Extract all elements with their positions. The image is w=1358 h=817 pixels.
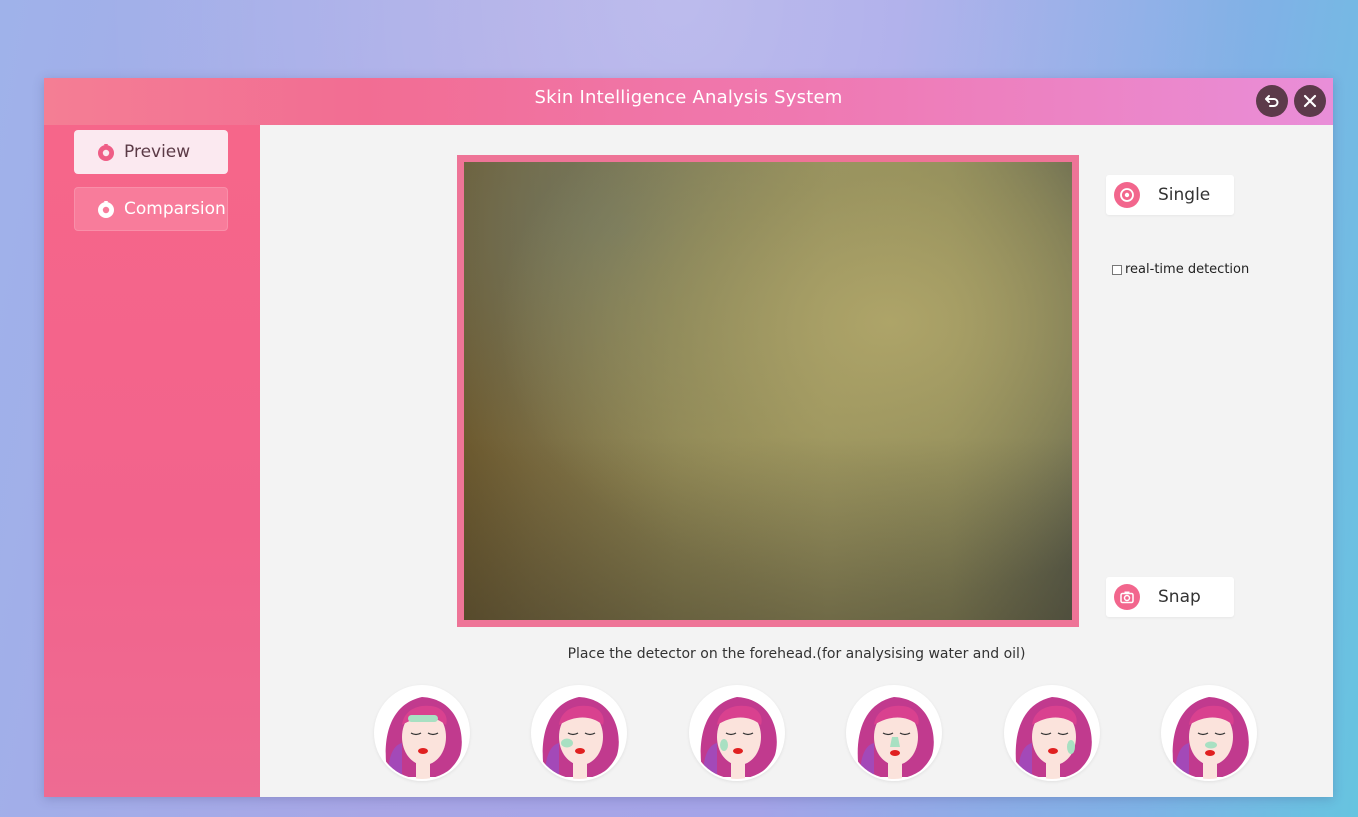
face-nose-icon xyxy=(857,697,934,779)
face-position-left-cheek[interactable] xyxy=(531,685,627,781)
face-right-cheek-icon xyxy=(700,697,777,779)
main-content: Single real-time detection Snap Place th… xyxy=(260,125,1333,797)
realtime-detection-toggle[interactable]: real-time detection xyxy=(1112,262,1249,277)
close-icon xyxy=(1303,94,1317,108)
face-position-nose-tip[interactable] xyxy=(1161,685,1257,781)
flower-icon xyxy=(98,144,114,161)
instruction-text: Place the detector on the forehead.(for … xyxy=(567,646,1026,662)
window-title: Skin Intelligence Analysis System xyxy=(534,87,843,108)
realtime-label: real-time detection xyxy=(1125,262,1250,277)
single-label: Single xyxy=(1158,185,1211,205)
sidebar-item-preview[interactable]: Preview xyxy=(74,130,228,174)
sidebar: Preview Comparsion xyxy=(44,125,260,797)
face-forehead-icon xyxy=(385,697,462,779)
camera-icon xyxy=(1114,584,1140,610)
face-position-right-cheek[interactable] xyxy=(689,685,785,781)
undo-icon xyxy=(1265,95,1279,107)
close-button[interactable] xyxy=(1294,85,1326,117)
sidebar-item-comparsion[interactable]: Comparsion xyxy=(74,187,228,231)
face-left-cheek-icon xyxy=(542,697,619,779)
realtime-checkbox[interactable] xyxy=(1112,264,1122,275)
face-position-forehead[interactable] xyxy=(374,685,470,781)
app-window: Skin Intelligence Analysis System Previe… xyxy=(44,78,1333,797)
snap-label: Snap xyxy=(1158,587,1201,607)
snap-button[interactable]: Snap xyxy=(1106,577,1234,617)
face-position-chin-side[interactable] xyxy=(1004,685,1100,781)
face-chin-side-icon xyxy=(1015,697,1092,779)
camera-preview-frame xyxy=(457,155,1079,627)
face-position-nose[interactable] xyxy=(846,685,942,781)
single-button[interactable]: Single xyxy=(1106,175,1234,215)
title-bar: Skin Intelligence Analysis System xyxy=(44,78,1333,125)
sidebar-item-label: Comparsion xyxy=(124,199,226,219)
face-nose-tip-icon xyxy=(1172,697,1249,779)
camera-preview xyxy=(464,162,1072,620)
back-button[interactable] xyxy=(1256,85,1288,117)
target-icon xyxy=(1114,182,1140,208)
flower-icon xyxy=(98,201,114,218)
sidebar-item-label: Preview xyxy=(124,142,191,162)
